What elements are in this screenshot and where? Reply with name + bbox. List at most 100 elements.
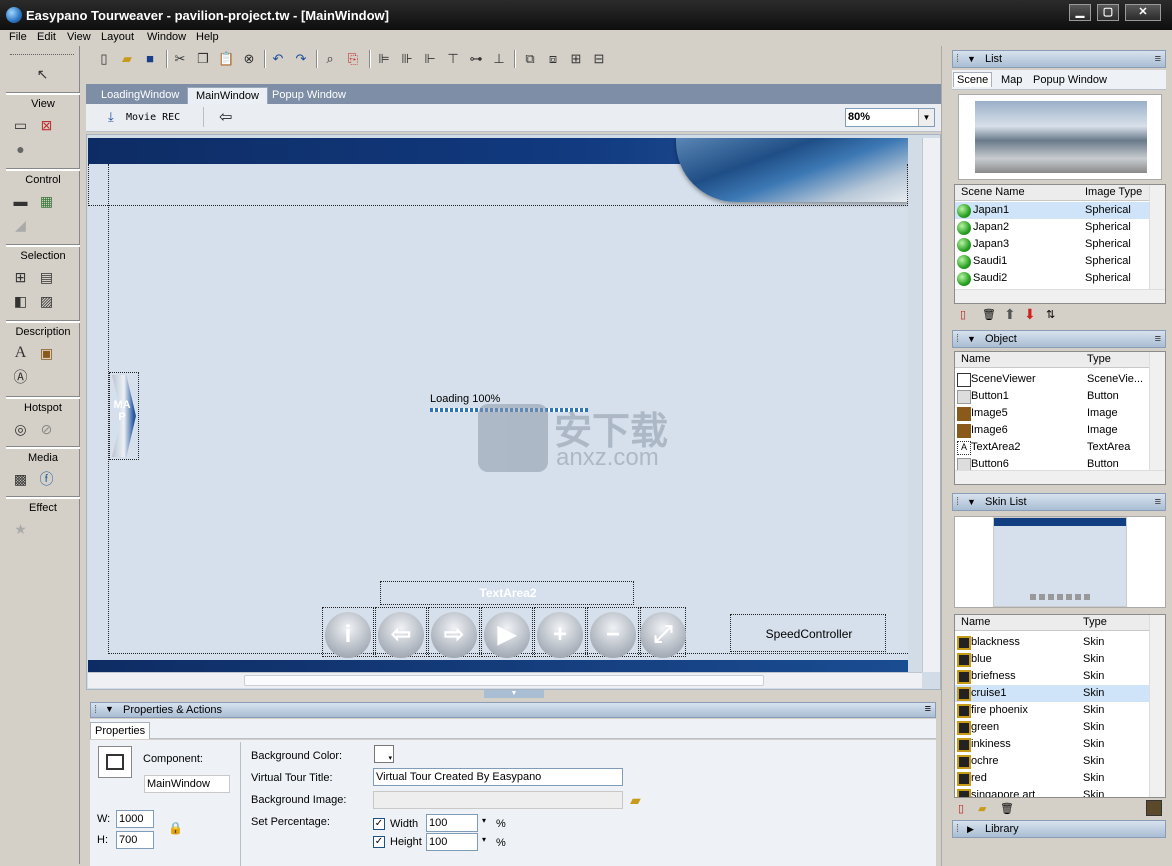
object-list-scrollbar[interactable] [1149, 352, 1165, 470]
save-icon[interactable]: ■ [142, 51, 158, 67]
back-arrow-button[interactable]: ⇦ [219, 107, 232, 127]
height-percent-field[interactable]: 100 [426, 833, 478, 851]
pan-left-button[interactable]: ⇦ [378, 612, 424, 658]
scene-viewer-icon[interactable]: ▭ [12, 117, 29, 133]
maximize-button[interactable]: ▢ [1097, 4, 1119, 21]
skin-name-column[interactable]: Name [961, 616, 990, 628]
tab-scene[interactable]: Scene [953, 72, 993, 87]
list-item[interactable]: blackness Skin [955, 634, 1149, 651]
add-scene-icon[interactable]: ▯ [960, 308, 966, 321]
list-item[interactable]: singapore art Skin [955, 787, 1149, 797]
component-name-field[interactable]: MainWindow [144, 775, 230, 793]
chevron-down-icon[interactable]: ▼ [918, 109, 934, 126]
combo-box-icon[interactable]: ▨ [38, 293, 55, 309]
list-item[interactable]: green Skin [955, 719, 1149, 736]
list-panel-header[interactable]: ⁞ ▼ List ≡ [952, 50, 1166, 68]
width-percent-checkbox[interactable]: ✓ [373, 818, 385, 830]
map-button[interactable]: MAP [109, 372, 139, 460]
sort-icon[interactable]: ⇅ [1046, 308, 1055, 321]
skin-editor-icon[interactable] [1146, 800, 1162, 816]
collapse-icon[interactable]: ▼ [967, 494, 976, 510]
height-percent-checkbox[interactable]: ✓ [373, 836, 385, 848]
menu-layout[interactable]: Layout [101, 31, 134, 43]
align-bottom-icon[interactable]: ⊥ [491, 51, 507, 67]
image-viewer-icon[interactable]: ⊠ [38, 117, 55, 133]
list-item[interactable]: red Skin [955, 770, 1149, 787]
list-item[interactable]: inkiness Skin [955, 736, 1149, 753]
collapse-icon[interactable]: ▼ [105, 704, 114, 714]
thumbnail-icon[interactable]: ⊞ [12, 269, 29, 285]
list-item[interactable]: Image6 Image [955, 422, 1149, 439]
scene-list-scrollbar[interactable] [1149, 185, 1165, 289]
list-item[interactable]: briefness Skin [955, 668, 1149, 685]
list-item[interactable]: Japan1 Spherical [955, 202, 1149, 219]
zoom-select[interactable]: 80% ▼ [845, 108, 935, 127]
tab-popup-window[interactable]: Popup Window [264, 87, 354, 104]
list-item[interactable]: Japan3 Spherical [955, 236, 1149, 253]
panel-menu-icon[interactable]: ≡ [1155, 331, 1161, 347]
skin-list-scrollbar[interactable] [1149, 615, 1165, 797]
lock-icon[interactable]: 🔒 [168, 821, 183, 835]
splitter-handle[interactable]: ▼ [484, 690, 544, 698]
delete-icon[interactable]: ⊗ [241, 51, 257, 67]
text-icon[interactable]: A [12, 345, 29, 361]
tour-title-field[interactable]: Virtual Tour Created By Easypano [373, 768, 623, 786]
menu-help[interactable]: Help [196, 31, 219, 43]
same-size-icon[interactable]: ⊞ [568, 51, 584, 67]
open-folder-icon[interactable]: ▰ [119, 51, 135, 67]
align-center-icon[interactable]: ⊪ [399, 51, 415, 67]
align-right-icon[interactable]: ⊩ [422, 51, 438, 67]
paste-icon[interactable]: 📋 [218, 51, 234, 67]
list-item[interactable]: Image5 Image [955, 405, 1149, 422]
redo-icon[interactable]: ↷ [293, 51, 309, 67]
zoom-out-button[interactable]: − [590, 612, 636, 658]
list-item[interactable]: A TextArea2 TextArea [955, 439, 1149, 456]
menu-edit[interactable]: Edit [37, 31, 56, 43]
list-item[interactable]: cruise1 Skin [955, 685, 1149, 702]
same-width-icon[interactable]: ⧉ [522, 51, 538, 67]
width-field[interactable]: 1000 [116, 810, 154, 828]
import-skin-icon[interactable]: ▰ [978, 802, 986, 815]
list-item[interactable]: Saudi1 Spherical [955, 253, 1149, 270]
object-panel-header[interactable]: ⁞ ▼ Object ≡ [952, 330, 1166, 348]
play-button[interactable]: ▶ [484, 612, 530, 658]
controller-icon[interactable]: ▦ [38, 193, 55, 209]
list-item[interactable]: blue Skin [955, 651, 1149, 668]
video-icon[interactable]: ▩ [12, 471, 29, 487]
move-up-icon[interactable]: ⬆ [1004, 306, 1016, 323]
list-item[interactable]: Japan2 Spherical [955, 219, 1149, 236]
properties-header[interactable]: ⁞ ▼ Properties & Actions ≡ [90, 702, 936, 718]
align-middle-icon[interactable]: ⊶ [468, 51, 484, 67]
collapse-icon[interactable]: ▼ [967, 331, 976, 347]
button-control-icon[interactable]: ▬ [12, 193, 29, 209]
flash-icon[interactable]: ⓕ [38, 471, 55, 487]
speed-controller[interactable]: SpeedController [730, 614, 886, 652]
collapse-icon[interactable]: ▼ [967, 51, 976, 67]
trash-icon[interactable]: 🗑 [982, 308, 996, 321]
object-type-column[interactable]: Type [1087, 353, 1111, 365]
panel-menu-icon[interactable]: ≡ [925, 703, 931, 715]
scene-list-hscrollbar[interactable] [955, 289, 1165, 303]
distribute-icon[interactable]: ⊟ [591, 51, 607, 67]
list-item[interactable]: Saudi2 Spherical [955, 270, 1149, 287]
polygon-hotspot-icon[interactable]: ⊘ [38, 421, 55, 437]
text-area-icon[interactable]: Ⓐ [12, 369, 29, 385]
expand-icon[interactable]: ▶ [967, 821, 974, 837]
list-item[interactable]: Button1 Button [955, 388, 1149, 405]
align-top-icon[interactable]: ⊤ [445, 51, 461, 67]
tab-map[interactable]: Map [1001, 74, 1022, 86]
star-effect-icon[interactable]: ★ [12, 521, 29, 537]
tab-popup-window-list[interactable]: Popup Window [1033, 74, 1107, 86]
zoom-in-button[interactable]: + [537, 612, 583, 658]
minimize-button[interactable]: ▁ [1069, 4, 1091, 21]
menu-file[interactable]: File [9, 31, 27, 43]
tab-properties[interactable]: Properties [90, 722, 151, 739]
pan-right-button[interactable]: ⇨ [431, 612, 477, 658]
menu-window[interactable]: Window [147, 31, 186, 43]
movie-rec-button[interactable]: ⤓ Movie REC [106, 108, 188, 128]
panel-menu-icon[interactable]: ≡ [1155, 494, 1161, 510]
pointer-icon[interactable]: ↖ [34, 66, 51, 82]
tab-main-window[interactable]: MainWindow [187, 87, 268, 104]
list-box-icon[interactable]: ◧ [12, 293, 29, 309]
dropdown-list-icon[interactable]: ▤ [38, 269, 55, 285]
